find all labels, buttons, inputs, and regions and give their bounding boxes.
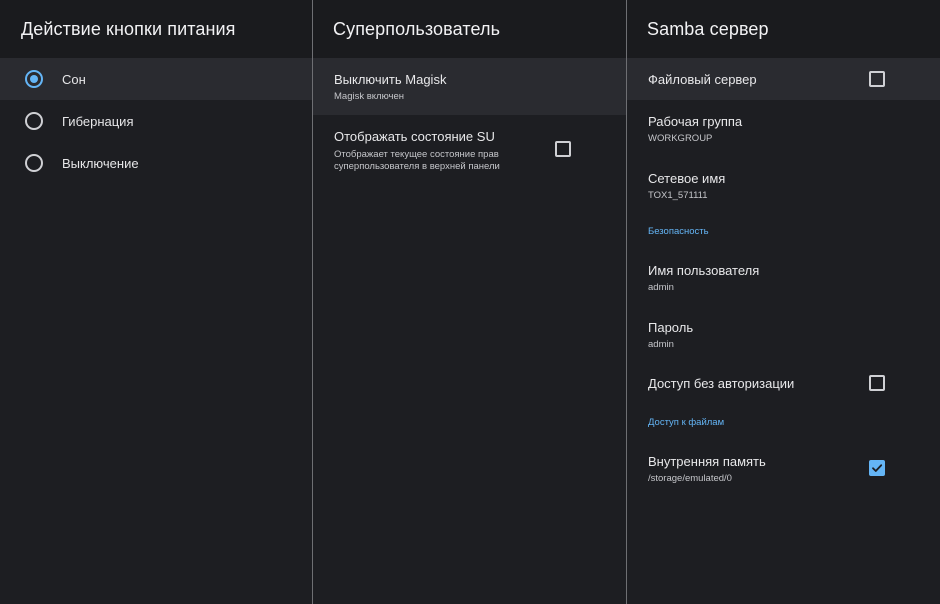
password-title: Пароль [648,320,694,335]
radio-option-label: Гибернация [62,113,134,129]
internal-storage-checkbox[interactable] [869,460,885,476]
username-value: admin [648,282,674,293]
radio-option-sleep[interactable]: Сон [0,58,312,100]
guest-access-title: Доступ без авторизации [648,376,795,391]
radio-option-label: Выключение [62,155,139,171]
checkmark-icon [872,464,883,472]
workgroup-title: Рабочая группа [648,114,743,129]
show-su-status-summary: Отображает текущее состояние прав суперп… [334,149,626,173]
disable-magisk-summary: Magisk включен [334,91,404,102]
disable-magisk-title: Выключить Magisk [334,72,447,87]
file-server-title: Файловый сервер [648,72,757,87]
network-name-item[interactable]: Сетевое имя TOX1_571111 [627,157,940,214]
password-item[interactable]: Пароль admin [627,306,940,363]
radio-option-shutdown[interactable]: Выключение [0,142,312,184]
file-server-item[interactable]: Файловый сервер [627,58,940,100]
username-item[interactable]: Имя пользователя admin [627,249,940,306]
radio-unchecked-icon[interactable] [25,112,43,130]
internal-storage-title: Внутренняя память [648,454,766,469]
file-server-checkbox[interactable] [869,71,885,87]
guest-access-checkbox[interactable] [869,375,885,391]
network-name-title: Сетевое имя [648,171,726,186]
show-su-status-summary-line1: Отображает текущее состояние прав [334,149,499,160]
radio-checked-icon[interactable] [25,70,43,88]
network-name-value: TOX1_571111 [648,190,708,201]
power-action-panel: Действие кнопки питания Сон Гибернация В… [0,0,313,604]
file-access-section-header: Доступ к файлам [648,417,725,428]
internal-storage-value: /storage/emulated/0 [648,473,732,484]
internal-storage-item[interactable]: Внутренняя память /storage/emulated/0 [627,440,940,497]
superuser-panel: Суперпользователь Выключить Magisk Magis… [313,0,627,604]
samba-panel: Samba сервер Файловый сервер Рабочая гру… [627,0,940,604]
radio-option-hibernate[interactable]: Гибернация [0,100,312,142]
disable-magisk-item[interactable]: Выключить Magisk Magisk включен [313,58,626,115]
radio-unchecked-icon[interactable] [25,154,43,172]
show-su-status-item[interactable]: Отображать состояние SU Отображает текущ… [313,115,626,185]
password-value: admin [648,339,674,350]
radio-option-label: Сон [62,71,86,87]
power-action-title: Действие кнопки питания [0,0,312,58]
show-su-status-title: Отображать состояние SU [334,129,495,144]
workgroup-item[interactable]: Рабочая группа WORKGROUP [627,100,940,157]
security-section-header: Безопасность [648,226,709,237]
superuser-title: Суперпользователь [313,0,626,58]
show-su-status-checkbox[interactable] [555,141,571,157]
guest-access-item[interactable]: Доступ без авторизации [627,363,940,405]
username-title: Имя пользователя [648,263,760,278]
samba-title: Samba сервер [627,0,940,58]
workgroup-value: WORKGROUP [648,133,713,144]
show-su-status-summary-line2: суперпользователя в верхней панели [334,161,500,172]
app-root: Действие кнопки питания Сон Гибернация В… [0,0,940,604]
